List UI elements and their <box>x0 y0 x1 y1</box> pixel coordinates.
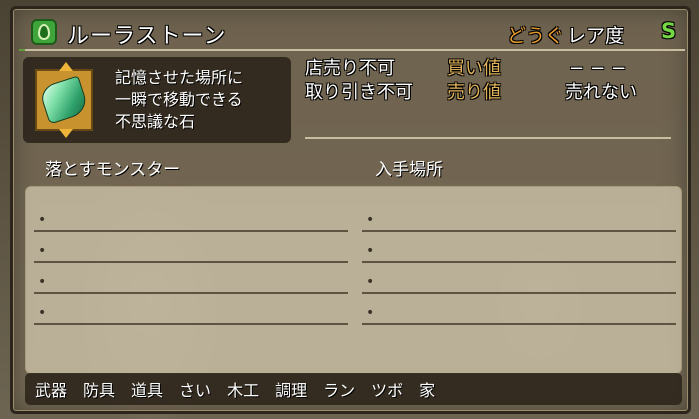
bullet-icon: • <box>38 305 47 321</box>
bullet-icon: • <box>366 212 375 228</box>
location-row[interactable]: • <box>362 201 676 232</box>
shop-sell-status: 店売り不可 <box>305 58 395 79</box>
bullet-icon: • <box>38 274 47 290</box>
tab-house[interactable]: 家 <box>419 377 435 401</box>
item-info-panel: ルーラストーン どうぐ レア度 S 記憶させた場所に 一瞬で移動できる 不思議な… <box>10 6 691 414</box>
title-divider <box>19 49 685 51</box>
item-icon-frame[interactable] <box>35 62 93 138</box>
arrow-down-icon[interactable] <box>59 129 73 138</box>
buy-price-value: −−− <box>569 58 633 79</box>
rarity-value: S <box>661 19 677 43</box>
monster-list: • • • • <box>34 201 348 325</box>
monsters-header: 落とすモンスター <box>45 160 181 180</box>
green-gem-icon <box>38 75 90 125</box>
tab-items[interactable]: 道具 <box>131 377 163 401</box>
monster-row[interactable]: • <box>34 201 348 232</box>
tab-pots[interactable]: ツボ <box>371 377 403 401</box>
tab-weapons[interactable]: 武器 <box>35 377 67 401</box>
buy-price-label: 買い値 <box>447 58 501 79</box>
sell-price-value: 売れない <box>565 82 637 103</box>
location-row[interactable]: • <box>362 232 676 263</box>
trade-status: 取り引き不可 <box>305 82 413 103</box>
bullet-icon: • <box>38 212 47 228</box>
location-row[interactable]: • <box>362 263 676 294</box>
tab-woodwork[interactable]: 木工 <box>227 377 259 401</box>
location-header: 入手場所 <box>375 160 443 180</box>
bullet-icon: • <box>38 243 47 259</box>
trade-status-column: 店売り不可 取り引き不可 <box>305 57 413 105</box>
arrow-up-icon[interactable] <box>59 62 73 71</box>
bullet-icon: • <box>366 274 375 290</box>
price-label-column: 買い値 売り値 <box>447 57 501 105</box>
location-list: • • • • <box>362 201 676 325</box>
info-divider <box>305 137 671 139</box>
rarity-label: レア度 <box>567 25 625 47</box>
bullet-icon: • <box>366 305 375 321</box>
monster-row[interactable]: • <box>34 294 348 325</box>
price-value-column: −−− 売れない <box>565 57 637 105</box>
item-name: ルーラストーン <box>67 24 227 49</box>
leaf-icon <box>31 19 57 45</box>
item-category: どうぐ <box>507 25 565 47</box>
category-tab-bar: 武器 防具 道具 さい 木工 調理 ラン ツボ 家 <box>25 373 682 405</box>
location-row[interactable]: • <box>362 294 676 325</box>
bullet-icon: • <box>366 243 375 259</box>
tab-armor[interactable]: 防具 <box>83 377 115 401</box>
tab-cooking[interactable]: 調理 <box>275 377 307 401</box>
item-description-box: 記憶させた場所に 一瞬で移動できる 不思議な石 <box>23 57 291 143</box>
title-bar: ルーラストーン どうぐ レア度 S <box>19 13 685 51</box>
item-description: 記憶させた場所に 一瞬で移動できる 不思議な石 <box>115 68 244 131</box>
sell-price-label: 売り値 <box>447 82 501 103</box>
monster-row[interactable]: • <box>34 232 348 263</box>
monster-row[interactable]: • <box>34 263 348 294</box>
tab-sewing[interactable]: さい <box>179 377 211 401</box>
tab-lamps[interactable]: ラン <box>323 377 355 401</box>
source-list-box: • • • • • • • • <box>25 186 682 374</box>
